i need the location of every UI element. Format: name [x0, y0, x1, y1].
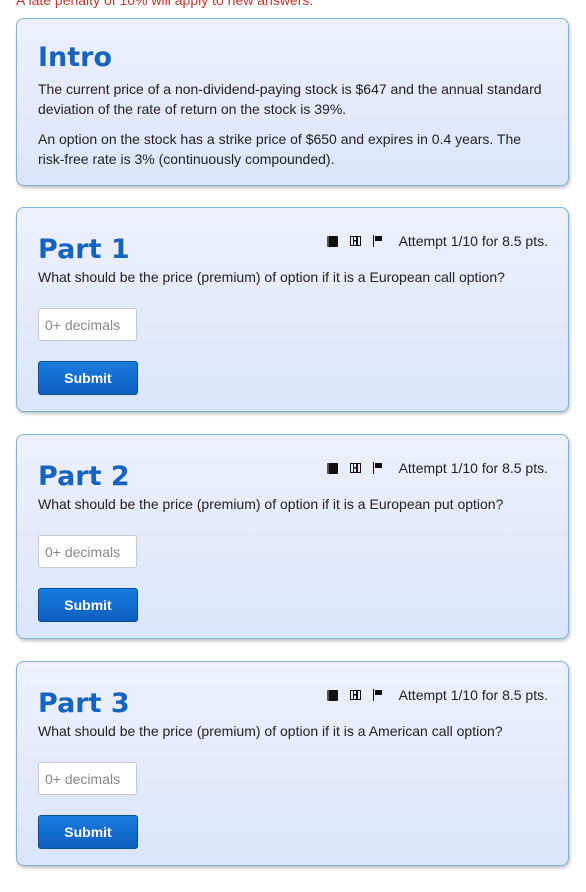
intro-title: Intro: [38, 42, 113, 73]
part-2-title: Part 2: [38, 461, 130, 492]
part-1-card: Part 1 Attempt 1/10 for 8.5 pts. What sh…: [16, 207, 569, 412]
book-icon[interactable]: [326, 462, 338, 474]
part-1-answer-input[interactable]: [38, 308, 137, 341]
flag-icon[interactable]: [372, 462, 383, 474]
part-3-card: Part 3 Attempt 1/10 for 8.5 pts. What sh…: [16, 661, 569, 866]
part-3-title: Part 3: [38, 688, 130, 719]
book-icon[interactable]: [326, 689, 338, 701]
late-penalty-notice: A late penalty of 10% will apply to new …: [16, 0, 314, 8]
film-icon[interactable]: [349, 690, 361, 700]
flag-icon[interactable]: [372, 235, 383, 247]
part-2-answer-input[interactable]: [38, 535, 137, 568]
part-3-attempt-info: Attempt 1/10 for 8.5 pts.: [398, 687, 548, 703]
intro-card: Intro The current price of a non-dividen…: [16, 18, 569, 186]
part-1-attempt-info: Attempt 1/10 for 8.5 pts.: [398, 233, 548, 249]
part-3-submit-button[interactable]: Submit: [38, 815, 138, 849]
part-3-header: Part 3 Attempt 1/10 for 8.5 pts.: [38, 685, 548, 719]
flag-icon[interactable]: [372, 689, 383, 701]
part-2-tools: Attempt 1/10 for 8.5 pts.: [326, 460, 548, 476]
part-3-tools: Attempt 1/10 for 8.5 pts.: [326, 687, 548, 703]
part-3-question: What should be the price (premium) of op…: [38, 723, 503, 739]
part-1-header: Part 1 Attempt 1/10 for 8.5 pts.: [38, 231, 548, 265]
book-icon[interactable]: [326, 235, 338, 247]
intro-paragraph-2: An option on the stock has a strike pric…: [38, 131, 522, 167]
part-3-answer-input[interactable]: [38, 762, 137, 795]
part-2-header: Part 2 Attempt 1/10 for 8.5 pts.: [38, 458, 548, 492]
film-icon[interactable]: [349, 463, 361, 473]
part-2-submit-button[interactable]: Submit: [38, 588, 138, 622]
part-1-question: What should be the price (premium) of op…: [38, 269, 505, 285]
intro-paragraph-1: The current price of a non-dividend-payi…: [38, 81, 542, 117]
part-2-question: What should be the price (premium) of op…: [38, 496, 504, 512]
part-1-tools: Attempt 1/10 for 8.5 pts.: [326, 233, 548, 249]
part-2-card: Part 2 Attempt 1/10 for 8.5 pts. What sh…: [16, 434, 569, 639]
part-2-attempt-info: Attempt 1/10 for 8.5 pts.: [398, 460, 548, 476]
film-icon[interactable]: [349, 236, 361, 246]
part-1-title: Part 1: [38, 234, 130, 265]
part-1-submit-button[interactable]: Submit: [38, 361, 138, 395]
